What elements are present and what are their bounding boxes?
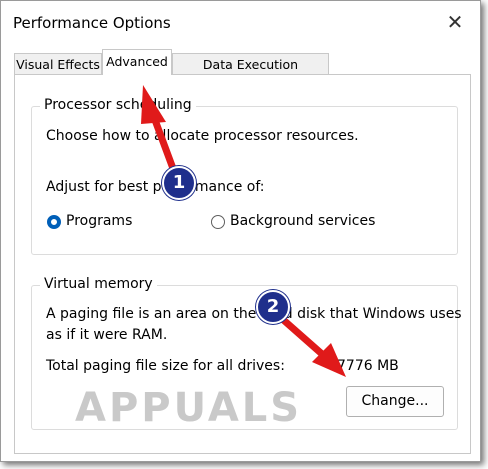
arrow-1-head xyxy=(141,85,166,124)
annotation-badge-1: 1 xyxy=(162,166,196,200)
annotation-arrows xyxy=(141,85,346,377)
annotation-badge-2: 2 xyxy=(256,290,290,324)
